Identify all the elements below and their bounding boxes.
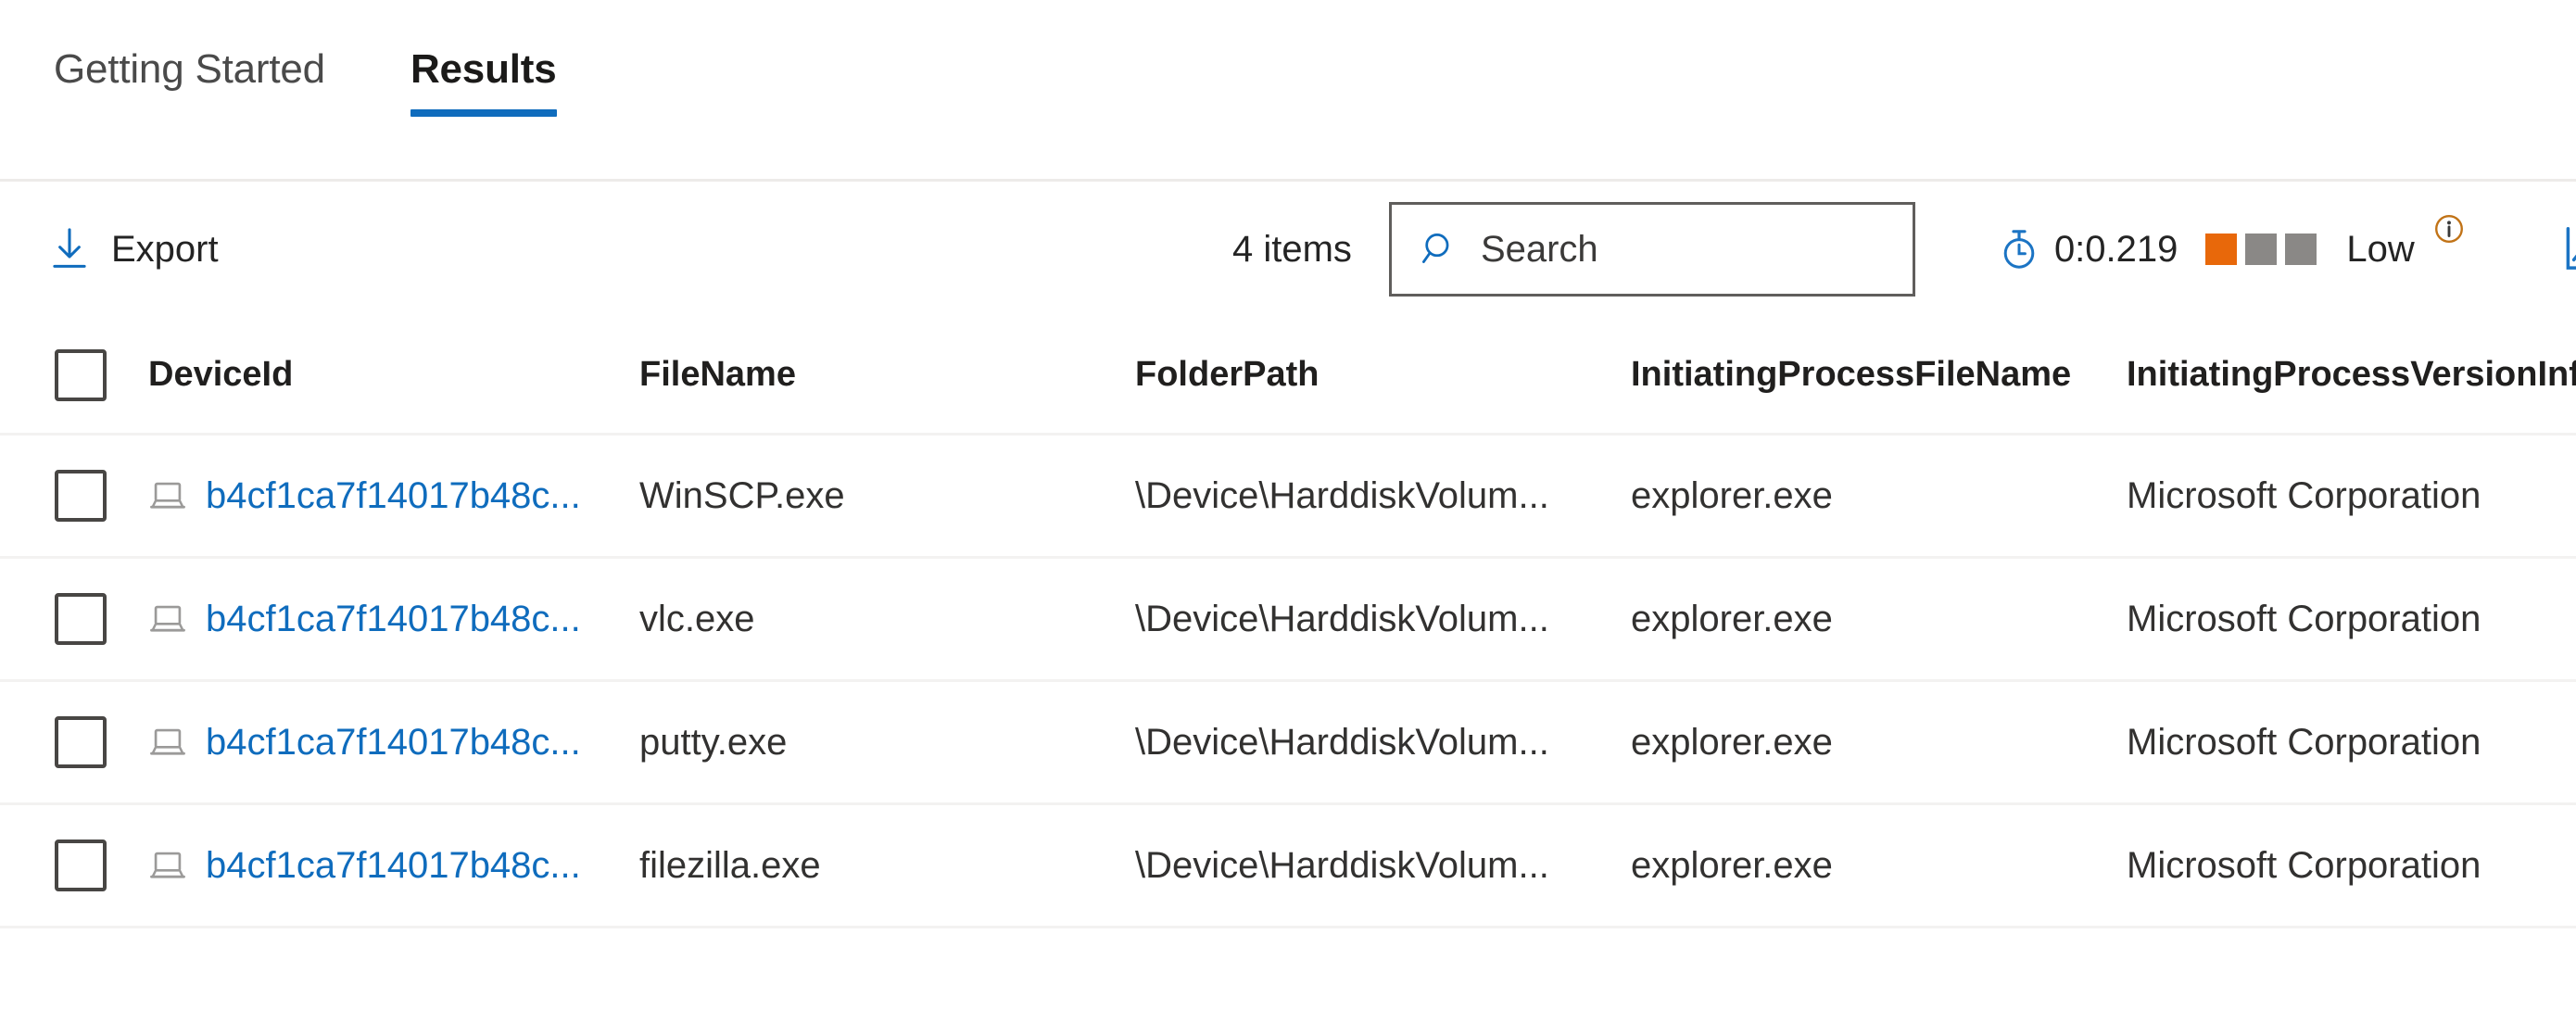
cell-initiatingprocessfilename: explorer.exe: [1631, 844, 1833, 886]
cell-folderpath: \Device\HarddiskVolum...: [1135, 598, 1549, 639]
table-header-row: DeviceId FileName FolderPath InitiatingP…: [0, 317, 2576, 436]
deviceid-link[interactable]: b4cf1ca7f14017b48c...: [206, 845, 581, 887]
cell-deviceid: b4cf1ca7f14017b48c...: [148, 845, 639, 887]
stopwatch-icon: [1999, 227, 2039, 271]
column-header-initiatingprocessfilename[interactable]: InitiatingProcessFileName: [1631, 355, 2127, 395]
tab-strip: Getting Started Results: [0, 0, 2576, 182]
cell-initiatingprocessfilename: explorer.exe: [1631, 598, 1833, 639]
cell-deviceid: b4cf1ca7f14017b48c...: [148, 722, 639, 764]
cell-deviceid: b4cf1ca7f14017b48c...: [148, 475, 639, 517]
row-select-cell: [0, 470, 148, 522]
performance-bar-2: [2245, 234, 2278, 265]
deviceid-link[interactable]: b4cf1ca7f14017b48c...: [206, 599, 581, 640]
row-checkbox[interactable]: [55, 716, 107, 768]
cell-filename: vlc.exe: [639, 598, 755, 639]
cell-folderpath: \Device\HarddiskVolum...: [1135, 844, 1549, 886]
cell-initiatingprocessfilename: explorer.exe: [1631, 721, 1833, 763]
device-monitor-icon: [148, 725, 187, 760]
table-row[interactable]: b4cf1ca7f14017b48c... filezilla.exe \Dev…: [0, 805, 2576, 928]
line-chart-icon: [2563, 225, 2576, 273]
row-checkbox[interactable]: [55, 470, 107, 522]
device-monitor-icon: [148, 601, 187, 637]
deviceid-link[interactable]: b4cf1ca7f14017b48c...: [206, 475, 581, 517]
query-performance-indicator: 0:0.219 Low: [1999, 215, 2463, 271]
command-bar-right-cluster: 4 items Search 0:0.219 Low: [1232, 182, 2576, 317]
cell-initiatingprocessversioninfo: Microsoft Corporation: [2127, 844, 2481, 886]
column-header-filename[interactable]: FileName: [639, 355, 1135, 395]
row-select-cell: [0, 716, 148, 768]
table-row[interactable]: b4cf1ca7f14017b48c... vlc.exe \Device\Ha…: [0, 559, 2576, 682]
cell-initiatingprocessversioninfo: Microsoft Corporation: [2127, 598, 2481, 639]
export-button-label: Export: [111, 228, 219, 270]
select-all-cell: [0, 348, 148, 401]
deviceid-link[interactable]: b4cf1ca7f14017b48c...: [206, 722, 581, 764]
cell-filename: WinSCP.exe: [639, 474, 845, 516]
row-select-cell: [0, 840, 148, 891]
select-all-checkbox[interactable]: [55, 348, 107, 401]
results-table: DeviceId FileName FolderPath InitiatingP…: [0, 317, 2576, 928]
cell-initiatingprocessfilename: explorer.exe: [1631, 474, 1833, 516]
cell-filename: filezilla.exe: [639, 844, 821, 886]
cell-filename: putty.exe: [639, 721, 788, 763]
table-row[interactable]: b4cf1ca7f14017b48c... putty.exe \Device\…: [0, 682, 2576, 805]
row-checkbox[interactable]: [55, 840, 107, 891]
column-header-folderpath[interactable]: FolderPath: [1135, 355, 1631, 395]
tab-active-indicator: [410, 109, 557, 117]
column-header-initiatingprocessversioninfo[interactable]: InitiatingProcessVersionInfo: [2127, 355, 2576, 395]
performance-bar-3: [2285, 234, 2317, 265]
cell-deviceid: b4cf1ca7f14017b48c...: [148, 599, 639, 640]
info-circle-icon[interactable]: [2433, 213, 2465, 245]
column-header-deviceid[interactable]: DeviceId: [148, 355, 639, 395]
cell-initiatingprocessversioninfo: Microsoft Corporation: [2127, 721, 2481, 763]
row-checkbox[interactable]: [55, 593, 107, 645]
results-page: Getting Started Results Export 4 items S…: [0, 0, 2576, 1010]
search-icon: [1420, 229, 1460, 270]
tab-results[interactable]: Results: [405, 0, 562, 139]
device-monitor-icon: [148, 478, 187, 513]
row-select-cell: [0, 593, 148, 645]
performance-level-label: Low: [2346, 228, 2415, 270]
performance-bar-1: [2205, 234, 2238, 265]
device-monitor-icon: [148, 848, 187, 883]
chart-button[interactable]: Ch: [2563, 225, 2576, 273]
search-placeholder: Search: [1480, 228, 1598, 270]
table-row[interactable]: b4cf1ca7f14017b48c... WinSCP.exe \Device…: [0, 436, 2576, 559]
tab-results-label: Results: [410, 46, 557, 92]
search-input[interactable]: Search: [1388, 202, 1915, 297]
performance-bars: [2205, 234, 2317, 265]
command-bar: Export 4 items Search 0:0.219 Low: [0, 182, 2576, 317]
cell-folderpath: \Device\HarddiskVolum...: [1135, 721, 1549, 763]
tab-getting-started-label: Getting Started: [54, 46, 325, 92]
export-button[interactable]: Export: [33, 212, 234, 286]
download-arrow-icon: [48, 225, 91, 273]
item-count-label: 4 items: [1232, 228, 1352, 270]
tab-getting-started[interactable]: Getting Started: [48, 0, 331, 139]
cell-folderpath: \Device\HarddiskVolum...: [1135, 474, 1549, 516]
query-elapsed-time: 0:0.219: [2053, 228, 2178, 270]
cell-initiatingprocessversioninfo: Microsoft Corporation: [2127, 474, 2481, 516]
